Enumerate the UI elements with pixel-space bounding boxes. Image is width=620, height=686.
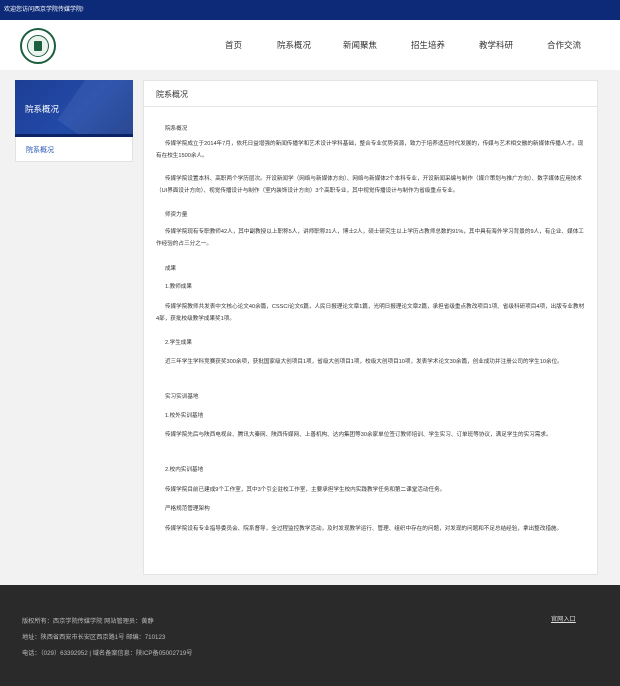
nav-item-home[interactable]: 首页: [225, 20, 242, 70]
page-title: 院系概况: [156, 90, 188, 99]
footer-admin-link[interactable]: 官网入口: [551, 614, 576, 623]
sub-heading: 1.教师成果: [164, 284, 192, 290]
main-nav: 首页 院系概况 新闻聚焦 招生培养 教学科研 合作交流: [0, 20, 620, 70]
section-heading: 师资力量: [164, 212, 188, 218]
sidebar-item-about[interactable]: 院系概况: [26, 145, 54, 155]
sidebar-title: 院系概况: [25, 104, 60, 114]
article-paragraph: 传媒学院现有专职教师42人，其中副教授以上职称5人，讲师职称21人，博士2人，硕…: [156, 229, 584, 247]
article-paragraph: 传媒学院先后与陕西电视台、腾讯大秦网、陕西传媒网、上善机构、达内集团等30余家单…: [164, 432, 552, 438]
article-paragraph: 传媒学院设有专业指导委员会、院系督导，全过程监控教学活动，及时发现教学运行、管理…: [164, 526, 563, 532]
article-paragraph: 近三年学生学科竞赛获奖300余项，获批国家级大创项目1项，省级大创项目1项，校级…: [164, 359, 563, 365]
sidebar-menu: 院系概况: [15, 137, 133, 162]
nav-item-admissions[interactable]: 招生培养: [411, 20, 445, 70]
sidebar: 院系概况 院系概况: [15, 80, 133, 162]
nav-item-research[interactable]: 教学科研: [479, 20, 513, 70]
article-paragraph: 传媒学院目前已建成9个工作室，其中3个引企驻校工作室，主要承担学生校内实践教学任…: [164, 487, 446, 493]
sidebar-banner: 院系概况: [15, 80, 133, 137]
article-paragraph: 传媒学院成立于2014年7月，依托日益增强的新闻传播学和艺术设计学科基础，整合专…: [156, 141, 584, 159]
main-panel: 院系概况 院系概况 传媒学院成立于2014年7月，依托日益增强的新闻传播学和艺术…: [143, 80, 598, 575]
content-area: 院系概况 院系概况 院系概况 院系概况 传媒学院成立于2014年7月，依托日益增…: [15, 80, 600, 575]
welcome-bar: 欢迎您访问西京学院传媒学院!: [0, 0, 620, 20]
section-heading: 成果: [164, 266, 177, 272]
title-divider: [144, 106, 597, 107]
article-paragraph: 传媒学院设置本科、高职两个学历层次。开设新闻学（网络与新媒体方向）、网络与新媒体…: [156, 176, 582, 194]
footer-phone: 电话：（029）63392952 | 域名备案信息：陕ICP备05002719号: [22, 650, 193, 657]
sub-heading: 1.校外实训基地: [164, 413, 204, 419]
footer: 版权所有：西京学院传媒学院 网站管理员：黄静 地址：陕西省西安市长安区西京路1号…: [0, 585, 620, 686]
section-heading: 严格规范管理架构: [164, 506, 210, 512]
nav-item-news[interactable]: 新闻聚焦: [343, 20, 377, 70]
welcome-text: 欢迎您访问西京学院传媒学院!: [4, 7, 84, 13]
section-heading: 院系概况: [164, 126, 188, 132]
sub-heading: 2.校内实训基地: [164, 467, 204, 473]
nav-item-cooperation[interactable]: 合作交流: [547, 20, 581, 70]
footer-address: 地址：陕西省西安市长安区西京路1号 邮编：710123: [22, 634, 166, 641]
header: 首页 院系概况 新闻聚焦 招生培养 教学科研 合作交流: [0, 20, 620, 70]
footer-copyright: 版权所有：西京学院传媒学院 网站管理员：黄静: [22, 618, 154, 625]
sub-heading: 2.学生成果: [164, 340, 192, 346]
article-paragraph: 传媒学院教师共发表中文核心论文40余篇，CSSCI论文6篇，人民日报理论文章1篇…: [156, 304, 585, 322]
nav-item-about[interactable]: 院系概况: [277, 20, 311, 70]
section-heading: 实习实训基地: [164, 394, 199, 400]
